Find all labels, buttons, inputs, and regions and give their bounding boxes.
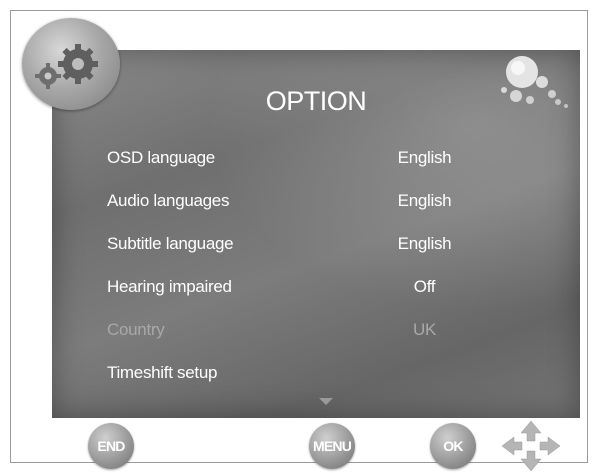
option-menu-list: OSD language English Audio languages Eng…	[107, 143, 477, 401]
ok-button[interactable]: OK	[430, 423, 476, 469]
end-button[interactable]: END	[88, 423, 134, 469]
menu-item-osd-language[interactable]: OSD language English	[107, 143, 477, 186]
menu-item-subtitle-language[interactable]: Subtitle language English	[107, 229, 477, 272]
menu-item-value: Off	[413, 277, 436, 296]
menu-item-label: Subtitle language	[107, 234, 234, 253]
menu-item-label: Hearing impaired	[107, 277, 232, 296]
menu-item-value: English	[397, 234, 452, 253]
menu-item-label: Country	[107, 320, 165, 339]
menu-item-label: Audio languages	[107, 191, 230, 210]
menu-item-timeshift-setup[interactable]: Timeshift setup	[107, 358, 477, 401]
four-way-arrows-icon[interactable]	[500, 419, 562, 473]
menu-item-country: Country UK	[107, 315, 477, 358]
menu-item-hearing-impaired[interactable]: Hearing impaired Off	[107, 272, 477, 315]
menu-button[interactable]: MENU	[309, 423, 355, 469]
menu-title: OPTION	[265, 86, 367, 116]
menu-item-audio-languages[interactable]: Audio languages English	[107, 186, 477, 229]
menu-item-value: UK	[412, 320, 437, 339]
menu-item-label: OSD language	[107, 148, 215, 167]
menu-item-label: Timeshift setup	[107, 363, 218, 382]
menu-item-value: English	[397, 191, 452, 210]
chevron-down-icon[interactable]	[319, 398, 333, 405]
menu-item-value: English	[397, 148, 452, 167]
